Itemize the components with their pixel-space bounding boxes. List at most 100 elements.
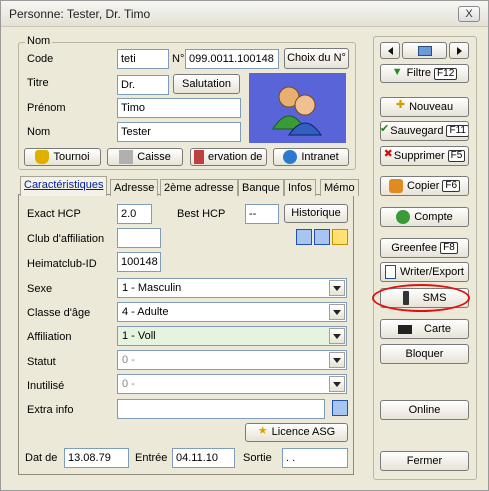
licence-asg-button[interactable]: ★ Licence ASG: [245, 423, 348, 442]
person-photo: [249, 73, 346, 143]
affiliation-select[interactable]: 1 - Voll: [117, 326, 347, 346]
classe-select[interactable]: 4 - Adulte: [117, 302, 347, 322]
tab-memo[interactable]: Mémo: [320, 179, 359, 196]
caisse-label: Caisse: [137, 150, 171, 163]
writer-export-button[interactable]: Writer/Export: [380, 262, 469, 282]
exact-hcp-label: Exact HCP: [27, 208, 81, 220]
best-hcp-label: Best HCP: [177, 208, 226, 220]
fermer-button[interactable]: Fermer: [380, 451, 469, 471]
card-icon: [398, 324, 413, 334]
nom-label: Nom: [27, 126, 51, 138]
tab-caracteristiques[interactable]: Caractéristiques: [20, 176, 108, 196]
greenfee-button[interactable]: Greenfee F8: [380, 238, 469, 258]
delete-x-icon: ✖: [383, 148, 393, 160]
sauvegard-key: F11: [446, 125, 468, 137]
person-window: Personne: Tester, Dr. Timo X Nom Code te…: [0, 0, 489, 491]
sexe-label: Sexe: [27, 283, 53, 295]
persons-icon: [272, 86, 322, 136]
tab-infos[interactable]: Infos: [284, 179, 316, 196]
globe-icon: [283, 150, 298, 164]
club-add-button[interactable]: [332, 229, 348, 245]
close-button[interactable]: X: [458, 6, 480, 22]
dat-label: Dat de: [25, 452, 58, 464]
classe-dropdown-icon[interactable]: [329, 304, 345, 320]
list-button[interactable]: [402, 42, 447, 59]
extra-info-label: Extra info: [27, 404, 74, 416]
statut-label: Statut: [27, 356, 56, 368]
next-button[interactable]: [449, 42, 469, 59]
classe-value: 4 - Adulte: [122, 306, 169, 318]
prev-button[interactable]: [380, 42, 400, 59]
trophy-icon: [35, 150, 50, 164]
nouveau-button[interactable]: ✚ Nouveau: [380, 97, 469, 117]
tab-banque[interactable]: Banque: [238, 179, 284, 196]
club-label: Club d'affiliation: [27, 233, 105, 245]
sexe-dropdown-icon[interactable]: [329, 280, 345, 296]
filtre-button[interactable]: ▼ Filtre F12: [380, 64, 469, 83]
nom-input[interactable]: Tester: [117, 122, 241, 142]
titre-input[interactable]: Dr.: [117, 75, 169, 95]
club-tool-button-2[interactable]: [314, 229, 330, 245]
compte-label: Compte: [414, 210, 453, 223]
checkmark-icon: ✔: [380, 123, 390, 135]
extra-info-input[interactable]: [117, 399, 325, 419]
compte-button[interactable]: Compte: [380, 207, 469, 227]
bloquer-button[interactable]: Bloquer: [380, 344, 469, 364]
affiliation-value: 1 - Voll: [122, 330, 156, 342]
supprimer-key: F5: [447, 150, 466, 162]
dat-input[interactable]: 13.08.79: [64, 448, 129, 468]
statut-value: 0 -: [122, 354, 135, 366]
intranet-button[interactable]: Intranet: [273, 148, 349, 166]
reservation-label: ervation de d: [208, 150, 267, 163]
heimatclub-input[interactable]: 100148: [117, 252, 161, 272]
exact-hcp-input[interactable]: 2.0: [117, 204, 152, 224]
tournoi-button[interactable]: Tournoi: [24, 148, 101, 166]
copier-label: Copier: [406, 179, 440, 192]
extra-info-button[interactable]: [332, 400, 348, 416]
copier-button[interactable]: Copier F6: [380, 176, 469, 196]
choix-numero-button[interactable]: Choix du N°: [284, 48, 349, 69]
salutation-button[interactable]: Salutation: [173, 74, 240, 94]
club-tool-button-1[interactable]: [296, 229, 312, 245]
sexe-value: 1 - Masculin: [122, 282, 182, 294]
caisse-button[interactable]: Caisse: [107, 148, 183, 166]
affiliation-dropdown-icon[interactable]: [329, 328, 345, 344]
tab-adresse[interactable]: Adresse: [110, 179, 159, 196]
number-label: N°: [172, 53, 185, 65]
entree-input[interactable]: 04.11.10: [172, 448, 235, 468]
nom-group-title: Nom: [25, 35, 53, 47]
historique-button[interactable]: Historique: [284, 204, 348, 223]
document-icon: [385, 265, 396, 279]
reservation-button[interactable]: ervation de d: [190, 148, 267, 166]
filtre-label: Filtre: [406, 67, 432, 79]
inutilise-label: Inutilisé: [27, 380, 65, 392]
sortie-label: Sortie: [243, 452, 272, 464]
carte-label: Carte: [424, 322, 451, 335]
inutilise-dropdown-icon[interactable]: [329, 376, 345, 392]
licence-label: Licence ASG: [271, 426, 336, 438]
inutilise-select[interactable]: 0 -: [117, 374, 347, 394]
inutilise-value: 0 -: [122, 378, 135, 390]
sortie-input[interactable]: . .: [282, 448, 348, 468]
tab-2eme-adresse[interactable]: 2ème adresse: [160, 179, 238, 196]
club-input[interactable]: [117, 228, 161, 248]
nouveau-label: Nouveau: [409, 100, 454, 113]
plus-icon: ✚: [395, 99, 406, 111]
carte-button[interactable]: Carte: [380, 319, 469, 339]
supprimer-button[interactable]: ✖ Supprimer F5: [380, 146, 469, 166]
right-arrow-icon: [456, 46, 462, 55]
sauvegard-label: Sauvegard: [390, 124, 444, 137]
statut-select[interactable]: 0 -: [117, 350, 347, 370]
filtre-key: F12: [434, 67, 458, 80]
best-hcp-input[interactable]: --: [245, 204, 279, 224]
online-button[interactable]: Online: [380, 400, 469, 420]
list-icon: [417, 45, 432, 56]
prenom-input[interactable]: Timo: [117, 98, 241, 118]
sexe-select[interactable]: 1 - Masculin: [117, 278, 347, 298]
statut-dropdown-icon[interactable]: [329, 352, 345, 368]
number-input[interactable]: 099.0011.100148: [185, 49, 279, 69]
cash-register-icon: [119, 150, 134, 164]
copier-key: F6: [442, 180, 461, 192]
sauvegard-button[interactable]: ✔ Sauvegard F11: [380, 121, 469, 141]
code-input[interactable]: teti: [117, 49, 169, 69]
